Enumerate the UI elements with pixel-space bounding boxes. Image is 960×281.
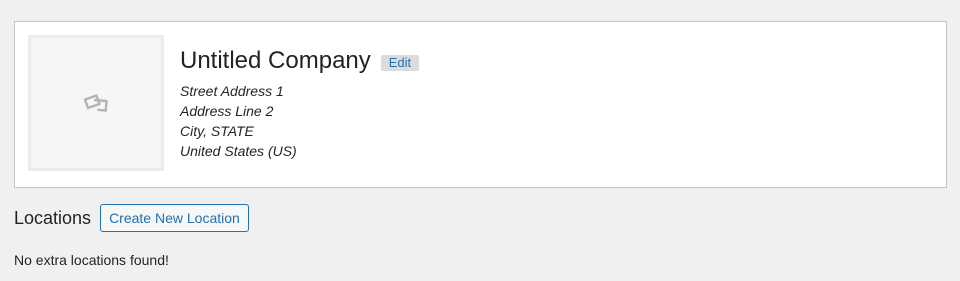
edit-company-button[interactable]: Edit bbox=[380, 55, 420, 71]
address-line-1: Street Address 1 bbox=[180, 83, 284, 99]
address-country: United States (US) bbox=[180, 143, 297, 159]
company-card: Untitled Company Edit Street Address 1 A… bbox=[14, 21, 947, 188]
image-placeholder-icon bbox=[83, 94, 108, 112]
create-new-location-button[interactable]: Create New Location bbox=[100, 204, 249, 232]
no-locations-message: No extra locations found! bbox=[14, 252, 169, 268]
company-name: Untitled Company bbox=[180, 47, 371, 74]
address-line-2: Address Line 2 bbox=[180, 103, 274, 119]
company-logo-placeholder[interactable] bbox=[28, 35, 164, 171]
company-address: Street Address 1 Address Line 2 City, ST… bbox=[180, 81, 297, 161]
locations-header: Locations Create New Location bbox=[14, 204, 249, 232]
locations-title: Locations bbox=[14, 208, 92, 228]
company-header: Untitled Company Edit bbox=[180, 46, 420, 76]
address-city-state: City, STATE bbox=[180, 123, 254, 139]
